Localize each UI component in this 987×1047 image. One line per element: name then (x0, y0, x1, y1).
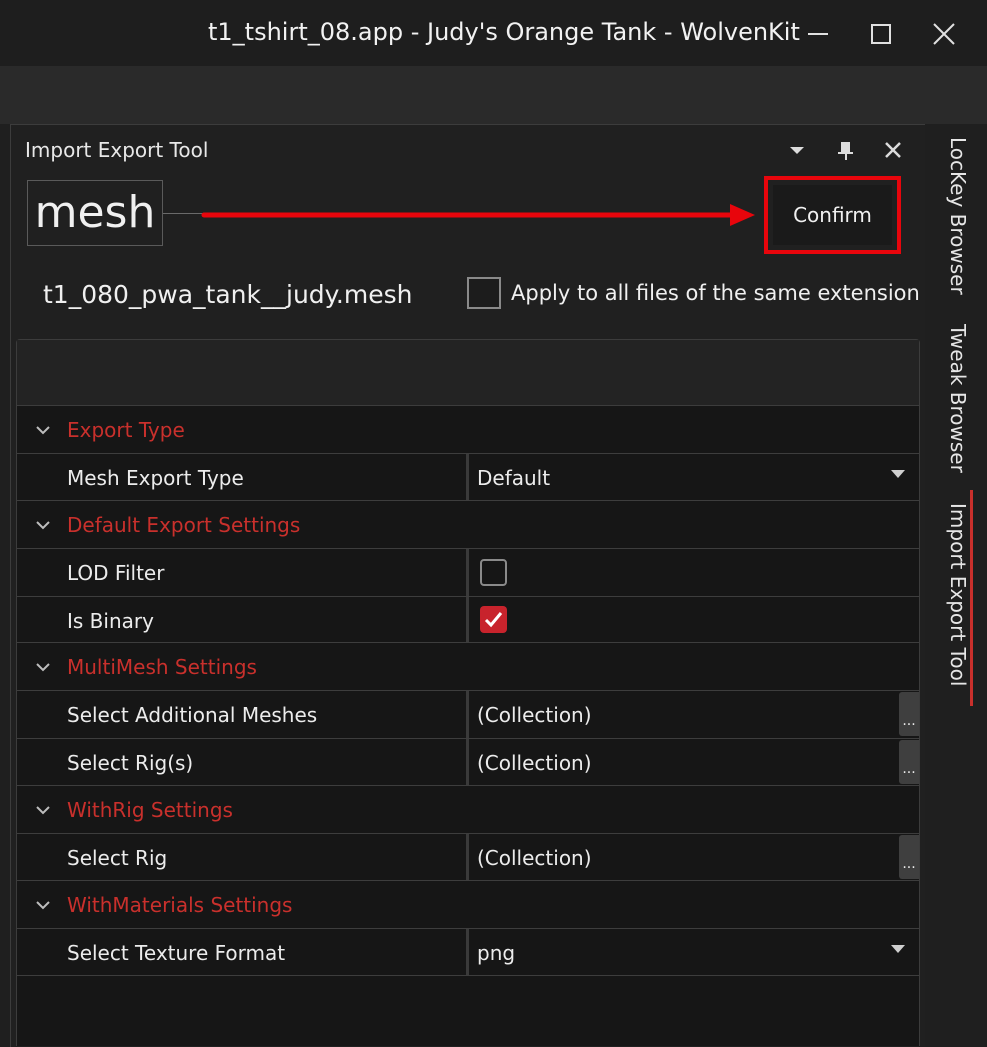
confirm-button[interactable]: Confirm (773, 185, 892, 245)
property-name: Is Binary (67, 609, 154, 633)
category-multimesh[interactable]: MultiMesh Settings (17, 643, 919, 691)
category-label: MultiMesh Settings (67, 655, 257, 679)
column-divider[interactable] (466, 929, 469, 975)
category-export-type[interactable]: Export Type (17, 406, 919, 454)
ellipsis-button[interactable]: ... (899, 740, 919, 784)
checkmark-icon (484, 612, 503, 628)
confirm-highlight: Confirm (764, 176, 901, 254)
column-divider[interactable] (466, 739, 469, 785)
collection-value: (Collection) (477, 703, 592, 727)
red-arrow-annotation (201, 204, 755, 226)
column-divider[interactable] (466, 454, 469, 500)
category-label: Default Export Settings (67, 513, 301, 537)
chevron-down-icon[interactable] (891, 945, 905, 953)
category-withrig[interactable]: WithRig Settings (17, 786, 919, 834)
property-select-rigs: Select Rig(s) (Collection) ... (17, 739, 919, 786)
chevron-down-icon[interactable] (35, 900, 51, 910)
property-lod-filter: LOD Filter (17, 549, 919, 597)
active-tab-indicator (970, 490, 973, 706)
extension-label: mesh (27, 180, 163, 246)
panel-title: Import Export Tool (25, 138, 209, 162)
title-bar: t1_tshirt_08.app - Judy's Orange Tank - … (0, 0, 987, 66)
chevron-down-icon[interactable] (35, 805, 51, 815)
collection-value: (Collection) (477, 846, 592, 870)
property-mesh-export-type: Mesh Export Type Default (17, 454, 919, 501)
property-name: Mesh Export Type (67, 466, 244, 490)
column-divider[interactable] (466, 549, 469, 596)
file-name: t1_080_pwa_tank__judy.mesh (43, 280, 413, 309)
grid-header (17, 340, 919, 406)
property-grid: Export Type Mesh Export Type Default Def… (16, 339, 920, 1046)
panel-close-icon[interactable] (882, 139, 904, 161)
property-name: Select Additional Meshes (67, 703, 318, 727)
property-name: Select Rig(s) (67, 751, 194, 775)
is-binary-checkbox[interactable] (480, 606, 507, 633)
column-divider[interactable] (466, 834, 469, 880)
maximize-icon[interactable] (863, 16, 899, 52)
mesh-export-type-select[interactable]: Default (477, 466, 550, 490)
property-select-rig: Select Rig (Collection) ... (17, 834, 919, 881)
ellipsis-button[interactable]: ... (899, 835, 919, 879)
minimize-icon[interactable] (800, 16, 836, 52)
column-divider[interactable] (466, 597, 469, 642)
property-select-texture-format: Select Texture Format png (17, 929, 919, 976)
property-name: LOD Filter (67, 561, 165, 585)
property-is-binary: Is Binary (17, 597, 919, 643)
chevron-down-icon[interactable] (35, 662, 51, 672)
property-name: Select Texture Format (67, 941, 286, 965)
category-default-export[interactable]: Default Export Settings (17, 501, 919, 549)
pin-icon[interactable] (834, 139, 856, 161)
property-select-additional-meshes: Select Additional Meshes (Collection) ..… (17, 691, 919, 739)
tab-lockey-browser[interactable]: LocKey Browser (946, 137, 970, 295)
apply-all-checkbox[interactable] (467, 277, 501, 309)
lod-filter-checkbox[interactable] (480, 559, 507, 586)
close-icon[interactable] (926, 16, 962, 52)
menu-bar (0, 66, 987, 124)
category-withmaterials[interactable]: WithMaterials Settings (17, 881, 919, 929)
category-label: Export Type (67, 418, 185, 442)
chevron-down-icon[interactable] (35, 520, 51, 530)
tab-tweak-browser[interactable]: Tweak Browser (946, 324, 970, 473)
chevron-down-icon[interactable] (35, 425, 51, 435)
tab-import-export-tool[interactable]: Import Export Tool (946, 503, 970, 686)
apply-all-label[interactable]: Apply to all files of the same extension (511, 281, 920, 305)
category-label: WithMaterials Settings (67, 893, 293, 917)
connector-line (163, 213, 205, 214)
category-label: WithRig Settings (67, 798, 233, 822)
column-divider[interactable] (466, 691, 469, 738)
property-name: Select Rig (67, 846, 168, 870)
texture-format-select[interactable]: png (477, 941, 515, 965)
chevron-down-icon[interactable] (891, 470, 905, 478)
ellipsis-button[interactable]: ... (899, 692, 919, 736)
collection-value: (Collection) (477, 751, 592, 775)
dropdown-icon[interactable] (786, 139, 808, 161)
window-title: t1_tshirt_08.app - Judy's Orange Tank - … (208, 18, 800, 46)
